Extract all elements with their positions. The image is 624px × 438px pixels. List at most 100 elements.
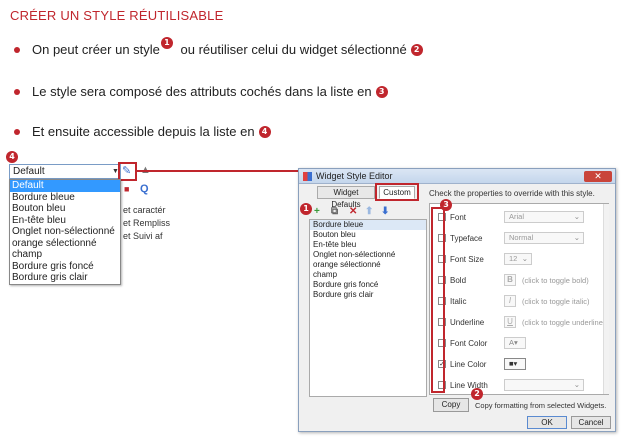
copy-hint: Copy formatting from selected Widgets. <box>475 401 607 410</box>
badge-4: 4 <box>258 125 271 138</box>
properties-scrollbar[interactable] <box>603 204 609 394</box>
chevron-down-icon: ⌄ <box>573 233 580 242</box>
dropdown-item[interactable]: orange sélectionné <box>10 238 120 250</box>
style-list-item[interactable]: Onglet non-sélectionné <box>310 250 426 260</box>
style-list-item[interactable]: Bouton bleu <box>310 230 426 240</box>
style-list-item[interactable]: orange sélectionné <box>310 260 426 270</box>
typeface-select[interactable]: Normal ⌄ <box>504 232 584 244</box>
dialog-title: Widget Style Editor <box>316 171 393 181</box>
dialog-instruction: Check the properties to override with th… <box>429 189 595 198</box>
bullet-1-text-a: On peut créer un style <box>32 42 160 57</box>
bg-toolbar-icon: ■ <box>124 184 130 194</box>
prop-row-italic: Italic I (click to toggle italic) <box>430 291 600 311</box>
badge-2-dialog: 2 <box>471 388 483 400</box>
prop-name: Typeface <box>450 233 483 243</box>
typeface-value: Normal <box>509 233 534 242</box>
properties-panel: Font Arial ⌄ Typeface Normal ⌄ Font Size 1… <box>429 203 609 395</box>
bullet-2-text: Le style sera composé des attributs coch… <box>32 84 372 99</box>
prop-row-underline: Underline U (click to toggle underline) <box>430 312 605 332</box>
chevron-down-icon: ⌄ <box>521 254 528 263</box>
bg-text-3: et Suivi af <box>123 231 163 241</box>
bullet-dot <box>14 88 20 95</box>
style-edit-icon[interactable]: ✎ <box>122 164 131 177</box>
prop-row-line-width: Line Width ⌄ <box>430 375 600 395</box>
prop-row-typeface: Typeface Normal ⌄ <box>430 228 600 248</box>
badge-3-dialog: 3 <box>440 199 452 211</box>
prop-name: Font Size <box>450 254 484 264</box>
prop-name: Font <box>450 212 467 222</box>
chevron-down-icon: ⌄ <box>573 212 580 221</box>
delete-icon[interactable]: ✕ <box>349 206 357 217</box>
bullet-2: Le style sera composé des attributs coch… <box>14 84 388 99</box>
dropdown-item[interactable]: Onglet non-sélectionné <box>10 226 120 238</box>
line-color-picker-icon[interactable]: ■▾ <box>504 358 526 370</box>
badge-4-widget: 4 <box>6 151 18 163</box>
bullet-3-text: Et ensuite accessible depuis la liste en <box>32 124 255 139</box>
dropdown-item[interactable]: Bordure gris foncé <box>10 261 120 273</box>
app-icon <box>303 171 312 181</box>
dialog-titlebar: Widget Style Editor <box>299 169 615 184</box>
font-size-select[interactable]: 12 ⌄ <box>504 253 532 265</box>
style-list-item[interactable]: Bordure gris clair <box>310 290 426 300</box>
style-list-item[interactable]: champ <box>310 270 426 280</box>
search-icon[interactable]: Q <box>140 183 149 195</box>
style-list: Bordure bleue Bouton bleu En-tête bleu O… <box>309 219 427 397</box>
duplicate-icon[interactable]: ⧉ <box>331 206 338 217</box>
underline-toggle[interactable]: U <box>504 316 516 328</box>
badge-1-dialog: 1 <box>300 203 312 215</box>
font-color-picker-icon[interactable]: A▾ <box>504 337 526 349</box>
bullet-1-text-b: ou réutiliser celui du widget sélectionn… <box>176 42 407 57</box>
copy-button[interactable]: Copy <box>433 398 469 412</box>
bg-text-2: et Rempliss <box>123 218 171 228</box>
close-button[interactable]: ✕ <box>584 171 612 182</box>
prop-row-font: Font Arial ⌄ <box>430 207 600 227</box>
bullet-1: On peut créer un style 1 ou réutiliser c… <box>14 36 423 57</box>
checkbox-column-highlight <box>431 207 445 393</box>
move-up-icon[interactable]: ⬆ <box>365 206 373 217</box>
chevron-down-icon: ⌄ <box>573 380 580 389</box>
dropdown-item[interactable]: Bordure gris clair <box>10 272 120 284</box>
style-list-item[interactable]: Bordure bleue <box>310 220 426 230</box>
bullet-dot <box>14 46 20 53</box>
bg-text-1: et caractér <box>123 205 166 215</box>
bullet-3: Et ensuite accessible depuis la liste en… <box>14 124 271 139</box>
widget-style-editor-dialog: Widget Style Editor ✕ Widget Defaults Cu… <box>298 168 616 432</box>
dropdown-item[interactable]: En-tête bleu <box>10 215 120 227</box>
badge-2: 2 <box>410 43 423 56</box>
font-value: Arial <box>509 212 525 221</box>
style-list-item[interactable]: Bordure gris foncé <box>310 280 426 290</box>
font-select[interactable]: Arial ⌄ <box>504 211 584 223</box>
prop-row-bold: Bold B (click to toggle bold) <box>430 270 600 290</box>
dropdown-item[interactable]: Bouton bleu <box>10 203 120 215</box>
bold-toggle[interactable]: B <box>504 274 516 286</box>
prop-name: Font Color <box>450 338 488 348</box>
prop-name: Line Color <box>450 359 487 369</box>
badge-1: 1 <box>160 36 173 49</box>
prop-name: Line Width <box>450 380 488 390</box>
bold-hint: (click to toggle bold) <box>522 275 589 285</box>
style-dropdown-list: Default Bordure bleue Bouton bleu En-têt… <box>9 179 121 285</box>
prop-row-line-color: ✓ Line Color ■▾ <box>430 354 600 374</box>
ok-button[interactable]: OK <box>527 416 567 429</box>
italic-hint: (click to toggle italic) <box>522 296 590 306</box>
prop-name: Italic <box>450 296 467 306</box>
prop-name: Bold <box>450 275 467 285</box>
dropdown-item[interactable]: Bordure bleue <box>10 192 120 204</box>
dropdown-item-default[interactable]: Default <box>10 180 120 192</box>
line-width-select[interactable]: ⌄ <box>504 379 584 391</box>
add-style-icon[interactable]: + <box>314 206 320 217</box>
slide-title: CRÉER UN STYLE RÉUTILISABLE <box>10 8 224 23</box>
style-combo[interactable]: Default <box>9 164 121 179</box>
move-down-icon[interactable]: ⬇ <box>381 206 389 217</box>
prop-name: Underline <box>450 317 485 327</box>
dropdown-item[interactable]: champ <box>10 249 120 261</box>
bullet-dot <box>14 128 20 135</box>
underline-hint: (click to toggle underline) <box>522 317 606 327</box>
style-list-item[interactable]: En-tête bleu <box>310 240 426 250</box>
italic-toggle[interactable]: I <box>504 295 516 307</box>
badge-3: 3 <box>375 85 388 98</box>
custom-tab-highlight <box>375 183 419 201</box>
cancel-button[interactable]: Cancel <box>571 416 611 429</box>
prop-row-font-size: Font Size 12 ⌄ <box>430 249 600 269</box>
tab-widget-defaults[interactable]: Widget Defaults <box>317 186 375 209</box>
